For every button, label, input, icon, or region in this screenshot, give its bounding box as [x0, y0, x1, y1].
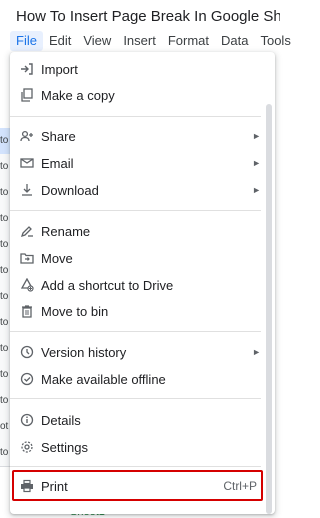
rename-icon [19, 223, 35, 239]
sheet-row[interactable]: to [0, 180, 10, 207]
sheet-row[interactable]: to [0, 310, 10, 337]
sheet-row[interactable]: to [0, 440, 10, 467]
menu-item-make-a-copy[interactable]: Make a copy [10, 82, 261, 108]
menu-item-label: Version history [41, 344, 127, 360]
submenu-arrow-icon: ► [252, 158, 261, 168]
background-sheet-rows: to to to to to to to to to to to ot to [0, 52, 10, 512]
sheet-row[interactable]: ot [0, 414, 10, 441]
menu-file[interactable]: File [10, 31, 43, 51]
menu-item-version-history[interactable]: Version history ► [10, 339, 261, 365]
sheet-row[interactable]: to [0, 206, 10, 233]
menu-divider [10, 331, 261, 332]
sheet-row[interactable]: to [0, 232, 10, 259]
menu-item-label: Make available offline [41, 371, 166, 387]
sheet-row[interactable]: to [0, 388, 10, 415]
gear-icon [19, 439, 35, 455]
menu-item-label: Add a shortcut to Drive [41, 277, 174, 293]
submenu-arrow-icon: ► [252, 185, 261, 195]
menu-item-label: Import [41, 61, 78, 77]
download-icon [19, 182, 35, 198]
trash-icon [19, 303, 35, 319]
menu-item-label: Share [41, 128, 76, 144]
menu-item-email[interactable]: Email ► [10, 150, 261, 176]
menu-item-move-to-bin[interactable]: Move to bin [10, 298, 261, 324]
sheet-row[interactable]: to [0, 258, 10, 285]
menu-item-details[interactable]: Details [10, 407, 261, 433]
sheet-row[interactable]: to [0, 284, 10, 311]
file-menu-dropdown: Import Make a copy Share ► Email ► Downl… [10, 52, 275, 514]
menu-bar: File Edit View Insert Format Data Tools [10, 30, 291, 52]
menu-tools[interactable]: Tools [254, 31, 296, 51]
sheet-row[interactable]: to [0, 154, 10, 181]
submenu-arrow-icon: ► [252, 347, 261, 357]
document-title[interactable]: How To Insert Page Break In Google Sheet… [16, 8, 280, 25]
menu-item-label: Rename [41, 223, 91, 239]
info-icon [19, 412, 35, 428]
menu-edit[interactable]: Edit [43, 31, 77, 51]
sheet-row[interactable]: to [0, 128, 10, 155]
menu-item-offline[interactable]: Make available offline [10, 366, 261, 392]
sheet-row[interactable]: to [0, 336, 10, 363]
menu-item-settings[interactable]: Settings [10, 434, 261, 460]
menu-item-label: Move [41, 250, 73, 266]
import-icon [19, 61, 35, 77]
submenu-arrow-icon: ► [252, 131, 261, 141]
menu-format[interactable]: Format [162, 31, 215, 51]
menu-divider [10, 466, 261, 467]
menu-view[interactable]: View [77, 31, 117, 51]
menu-item-label: Make a copy [41, 87, 115, 103]
menu-item-share[interactable]: Share ► [10, 123, 261, 149]
move-folder-icon [19, 250, 35, 266]
menu-item-import[interactable]: Import [10, 56, 261, 82]
menu-item-label: Details [41, 412, 81, 428]
menu-divider [10, 398, 261, 399]
menu-item-move[interactable]: Move [10, 245, 261, 271]
menu-divider [10, 116, 261, 117]
menu-item-add-shortcut[interactable]: Add a shortcut to Drive [10, 272, 261, 298]
menu-data[interactable]: Data [215, 31, 254, 51]
menu-item-rename[interactable]: Rename [10, 218, 261, 244]
menu-scrollbar[interactable] [266, 104, 272, 514]
share-person-icon [19, 128, 35, 144]
copy-icon [19, 87, 35, 103]
menu-divider [10, 210, 261, 211]
offline-icon [19, 371, 35, 387]
menu-item-label: Move to bin [41, 303, 109, 319]
menu-item-label: Email [41, 155, 74, 171]
history-icon [19, 344, 35, 360]
menu-item-download[interactable]: Download ► [10, 177, 261, 203]
sheet-row[interactable]: to [0, 362, 10, 389]
email-icon [19, 155, 35, 171]
menu-item-label: Settings [41, 439, 88, 455]
print-highlight-box [12, 470, 263, 501]
drive-shortcut-icon [19, 277, 35, 293]
menu-item-label: Download [41, 182, 99, 198]
menu-insert[interactable]: Insert [117, 31, 162, 51]
